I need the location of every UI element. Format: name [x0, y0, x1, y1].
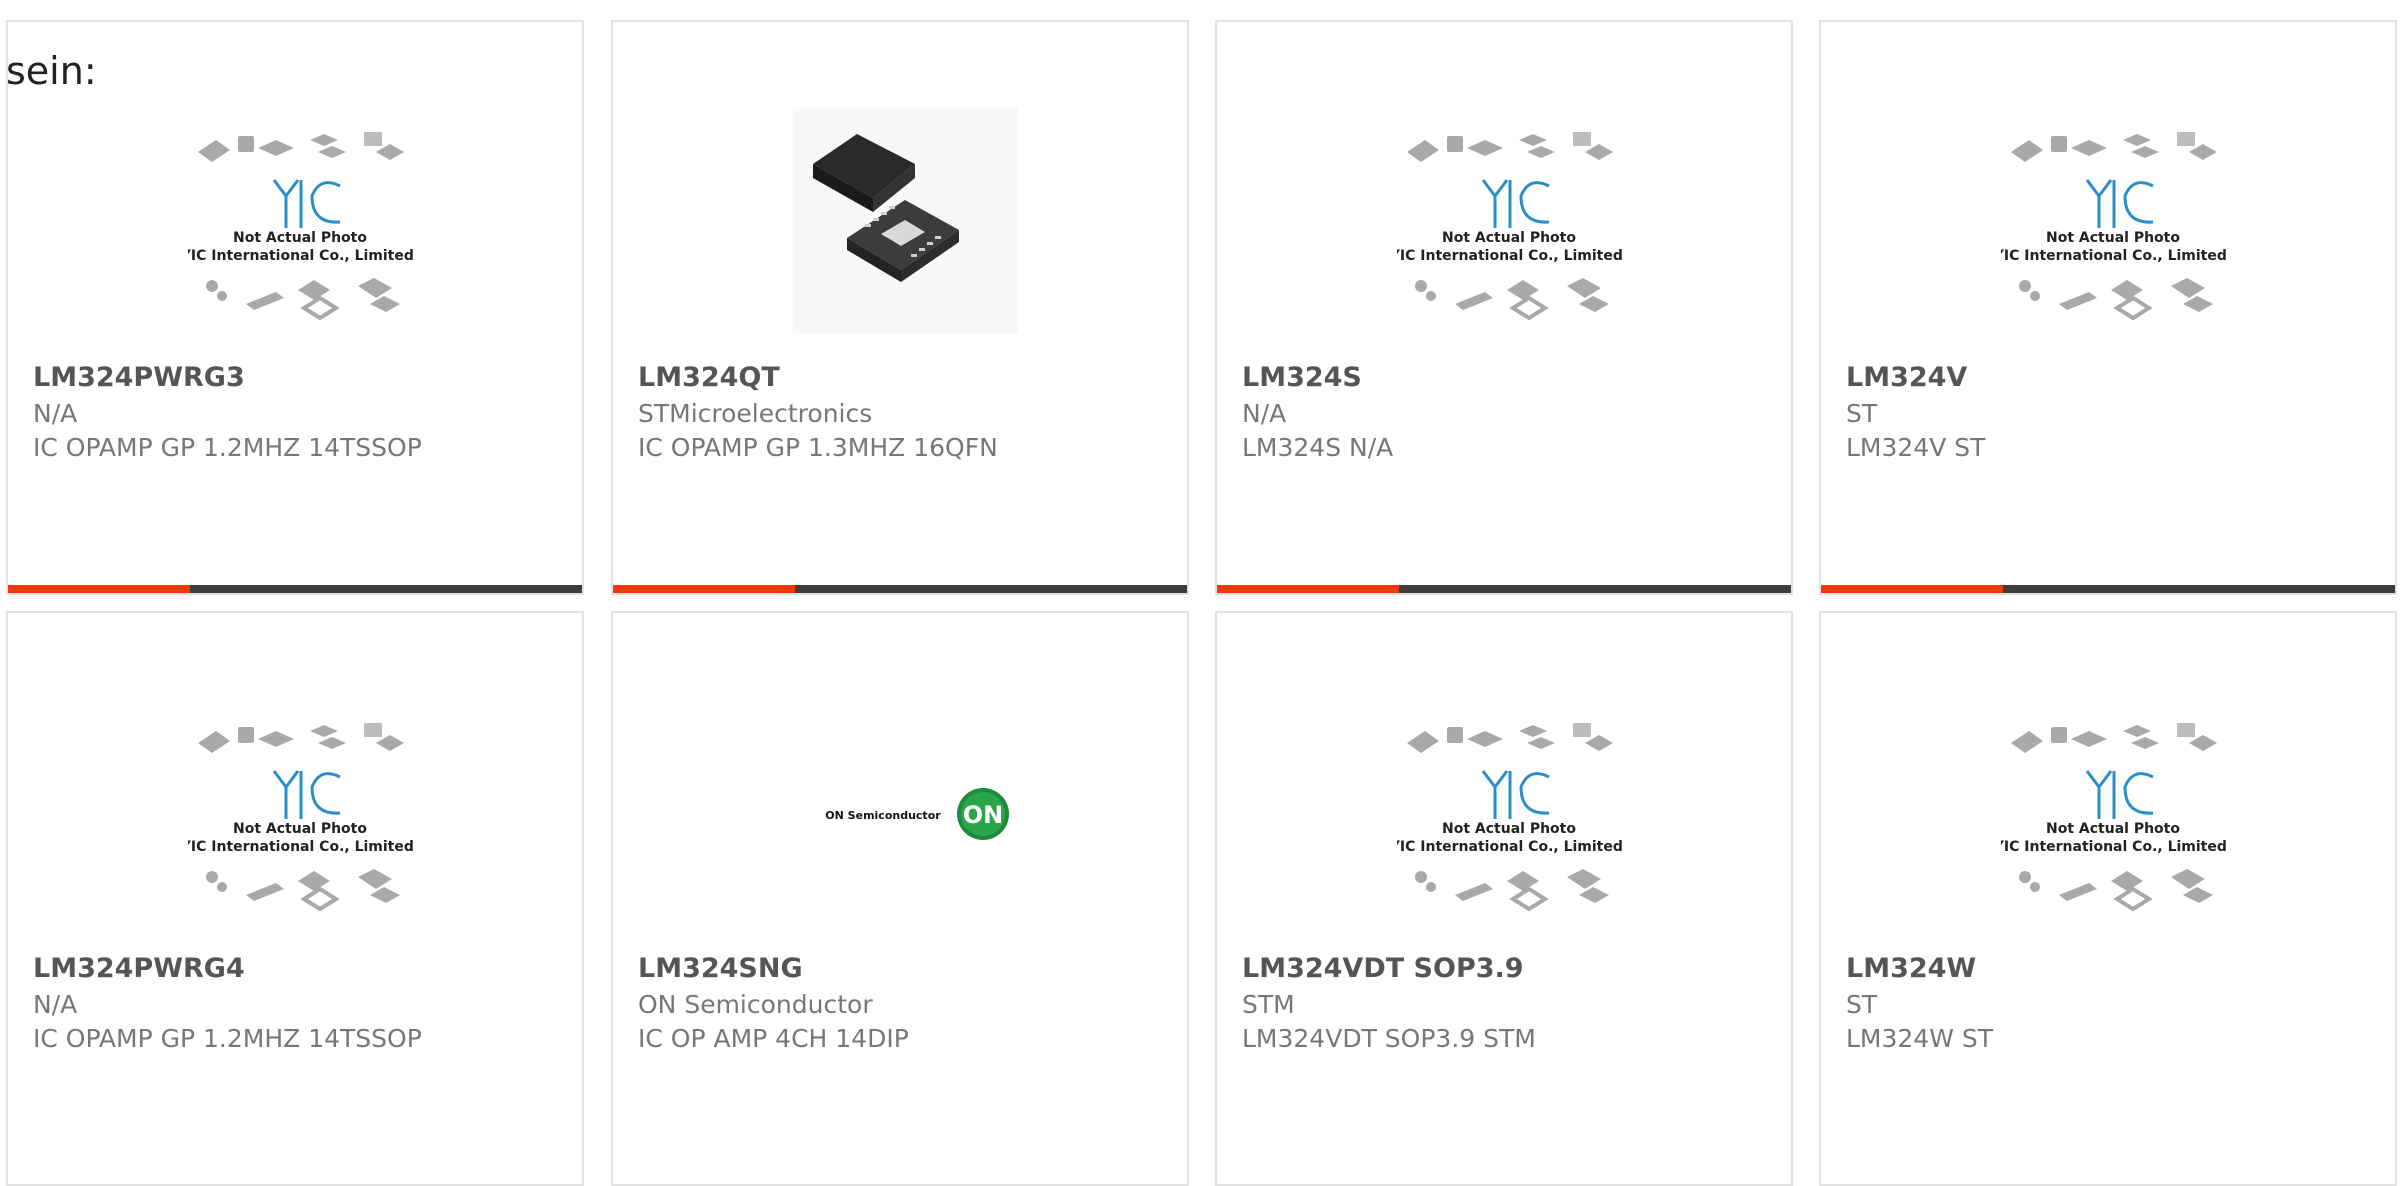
product-part-number[interactable]: LM324PWRG3 — [33, 362, 245, 393]
card-bar-accent — [613, 585, 795, 593]
placeholder-text-line1: Not Actual Photo — [2046, 230, 2180, 246]
product-image-placeholder[interactable]: Not Actual Photo YIC International Co., … — [1993, 108, 2232, 333]
product-part-number[interactable]: LM324QT — [638, 362, 780, 393]
placeholder-text-line2: YIC International Co., Limited. — [188, 839, 413, 855]
product-manufacturer: STM — [1242, 990, 1295, 1019]
product-manufacturer: STMicroelectronics — [638, 399, 873, 428]
product-description: IC OPAMP GP 1.3MHZ 16QFN — [638, 433, 998, 462]
placeholder-text-line1: Not Actual Photo — [233, 821, 367, 837]
placeholder-text-line1: Not Actual Photo — [233, 230, 367, 246]
product-image-placeholder[interactable]: Not Actual Photo YIC International Co., … — [1993, 699, 2232, 924]
card-bar — [1217, 585, 1791, 593]
product-description: LM324V ST — [1846, 433, 1986, 462]
product-card[interactable]: ON Semiconductor ON LM324SNG ON Semicond… — [611, 611, 1189, 1186]
product-manufacturer: N/A — [33, 990, 78, 1019]
product-part-number[interactable]: LM324V — [1846, 362, 1967, 393]
product-image-qfn-chip[interactable] — [793, 108, 1018, 333]
product-part-number[interactable]: LM324W — [1846, 953, 1976, 984]
on-logo-mark: ON — [963, 801, 1004, 829]
product-part-number[interactable]: LM324PWRG4 — [33, 953, 245, 984]
placeholder-text-line1: Not Actual Photo — [1442, 821, 1576, 837]
product-description: IC OPAMP GP 1.2MHZ 14TSSOP — [33, 1024, 422, 1053]
product-card[interactable]: Not Actual Photo YIC International Co., … — [1819, 611, 2397, 1186]
product-description: IC OP AMP 4CH 14DIP — [638, 1024, 909, 1053]
placeholder-text-line2: YIC International Co., Limited. — [2001, 839, 2226, 855]
product-description: LM324W ST — [1846, 1024, 1994, 1053]
product-card[interactable]: LM324QT STMicroelectronics IC OPAMP GP 1… — [611, 20, 1189, 595]
on-semiconductor-wordmark: ON Semiconductor — [825, 809, 941, 822]
product-card[interactable]: Not Actual Photo YIC International Co., … — [1215, 611, 1793, 1186]
card-bar-accent — [8, 585, 190, 593]
product-manufacturer: ST — [1846, 990, 1878, 1019]
product-card[interactable]: Not Actual Photo YIC International Co., … — [1215, 20, 1793, 595]
card-bar — [613, 585, 1187, 593]
intro-text: sein: — [6, 49, 97, 93]
product-description: IC OPAMP GP 1.2MHZ 14TSSOP — [33, 433, 422, 462]
product-image-on-logo[interactable]: ON Semiconductor ON — [793, 699, 1018, 924]
product-manufacturer: ON Semiconductor — [638, 990, 873, 1019]
placeholder-text-line2: YIC International Co., Limited. — [1397, 839, 1622, 855]
placeholder-text-line2: YIC International Co., Limited. — [188, 248, 413, 264]
product-description: LM324S N/A — [1242, 433, 1394, 462]
card-bar — [1821, 585, 2395, 593]
card-bar-accent — [1217, 585, 1399, 593]
placeholder-text-line1: Not Actual Photo — [2046, 821, 2180, 837]
product-image-placeholder[interactable]: Not Actual Photo YIC International Co., … — [1389, 699, 1628, 924]
placeholder-text-line2: YIC International Co., Limited. — [1397, 248, 1622, 264]
card-bar — [8, 585, 582, 593]
product-manufacturer: ST — [1846, 399, 1878, 428]
product-card[interactable]: Not Actual Photo YIC International Co., … — [6, 20, 584, 595]
product-image-placeholder[interactable]: Not Actual Photo YIC International Co., … — [180, 108, 419, 333]
product-image-placeholder[interactable]: Not Actual Photo YIC International Co., … — [1389, 108, 1628, 333]
product-manufacturer: N/A — [1242, 399, 1287, 428]
product-description: LM324VDT SOP3.9 STM — [1242, 1024, 1536, 1053]
placeholder-text-line1: Not Actual Photo — [1442, 230, 1576, 246]
placeholder-text-line2: YIC International Co., Limited. — [2001, 248, 2226, 264]
product-card[interactable]: Not Actual Photo YIC International Co., … — [1819, 20, 2397, 595]
product-part-number[interactable]: LM324SNG — [638, 953, 803, 984]
product-card[interactable]: Not Actual Photo YIC International Co., … — [6, 611, 584, 1186]
product-manufacturer: N/A — [33, 399, 78, 428]
card-bar-accent — [1821, 585, 2003, 593]
product-image-placeholder[interactable]: Not Actual Photo YIC International Co., … — [180, 699, 419, 924]
product-part-number[interactable]: LM324S — [1242, 362, 1362, 393]
product-part-number[interactable]: LM324VDT SOP3.9 — [1242, 953, 1524, 984]
